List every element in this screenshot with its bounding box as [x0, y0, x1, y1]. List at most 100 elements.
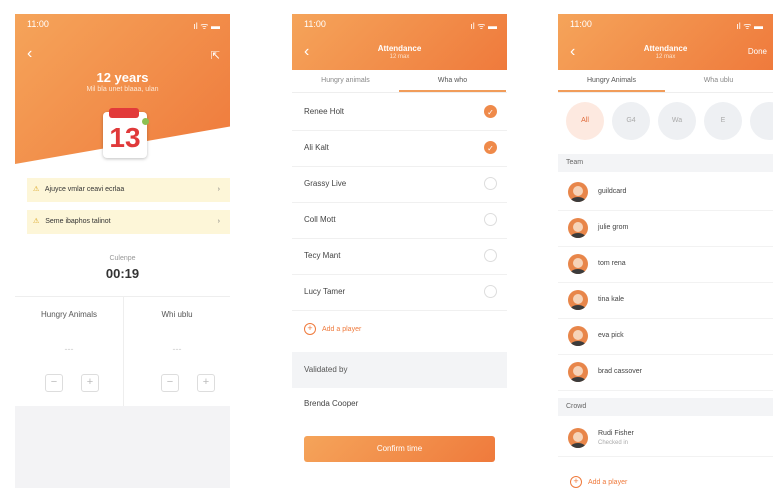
member-name: guildcard: [598, 188, 627, 195]
tab-wha-ublu[interactable]: Wha ublu: [665, 70, 772, 92]
avatar: [568, 182, 588, 202]
home-minus-button[interactable]: −: [45, 374, 63, 392]
player-name: Ali Kalt: [304, 143, 329, 152]
age-title: 12 years: [96, 70, 149, 85]
avatar: [568, 362, 588, 382]
member-name: brad cassover: [598, 368, 642, 375]
warning-icon: ⚠: [33, 186, 40, 193]
team-tabs: Hungry Animals Wha ublu: [558, 70, 773, 93]
status-time: 11:00: [570, 19, 592, 29]
page-title: Attendance: [643, 44, 688, 53]
warning-icon: ⚠: [33, 218, 40, 225]
chevron-right-icon: ›: [217, 218, 220, 225]
member-name: Rudi Fisher: [598, 430, 634, 437]
team-tabs: Hungry animals Wha who: [292, 70, 507, 93]
player-name: Grassy Live: [304, 179, 347, 188]
list-item[interactable]: guildcard: [558, 174, 773, 211]
notice-banner-2[interactable]: ⚠ Seme ibaphos talinot ›: [27, 210, 230, 234]
checkmark-icon[interactable]: ✓: [484, 141, 497, 154]
validator-name: Brenda Cooper: [304, 399, 359, 408]
member-name: tina kale: [598, 296, 625, 303]
screen-attendance-list: 11:00 ıl ᯤ ▬ ‹ Attendance 12 max Done Hu…: [558, 14, 773, 488]
player-name: Coll Mott: [304, 215, 336, 224]
filter-chip[interactable]: [750, 102, 773, 140]
filter-chip[interactable]: E: [704, 102, 742, 140]
avatar: [568, 218, 588, 238]
plus-circle-icon: +: [304, 323, 316, 335]
share-icon[interactable]: ⇱: [211, 48, 220, 64]
notice-banner-1-text: Ajuyce vmlar ceavi ecrlaa: [44, 186, 125, 193]
notice-banner-2-text: Seme ibaphos talinot: [45, 218, 111, 225]
page-subtitle: 12 max: [655, 54, 676, 60]
player-row[interactable]: Tecy Mant: [292, 238, 507, 275]
calendar-number: 13: [109, 122, 141, 153]
score-away: ---: [172, 344, 182, 354]
unchecked-circle-icon[interactable]: [484, 213, 497, 226]
add-player-link[interactable]: + Add a player: [570, 476, 627, 488]
member-name: eva pick: [598, 332, 624, 339]
filter-chip[interactable]: G4: [612, 102, 650, 140]
list-item[interactable]: eva pick: [558, 318, 773, 355]
status-icons: ıl ᯤ ▬: [193, 21, 220, 31]
page-title: Attendance: [377, 44, 422, 53]
team-name-home: Hungry Animals: [40, 310, 98, 319]
notice-banner-1[interactable]: ⚠ Ajuyce vmlar ceavi ecrlaa ›: [27, 178, 230, 202]
status-time: 11:00: [27, 19, 49, 29]
validated-by-label: Validated by: [304, 365, 348, 374]
filter-chips: All G4 Wa E: [558, 102, 773, 142]
tab-hungry-animals[interactable]: Hungry Animals: [558, 70, 665, 92]
unchecked-circle-icon[interactable]: [484, 285, 497, 298]
timer-value: 00:19: [105, 266, 140, 281]
bottom-panel: [15, 406, 230, 488]
done-button[interactable]: Done: [748, 47, 767, 56]
away-plus-button[interactable]: +: [197, 374, 215, 392]
list-item[interactable]: tina kale: [558, 282, 773, 319]
calendar-tag: [109, 108, 139, 118]
avatar: [568, 428, 588, 448]
section-header-crowd: Crowd: [558, 398, 773, 416]
age-subtitle: Mil bla unet blaaa, ulan: [86, 86, 159, 93]
checkmark-icon[interactable]: ✓: [484, 105, 497, 118]
unchecked-circle-icon[interactable]: [484, 249, 497, 262]
avatar: [568, 254, 588, 274]
list-item[interactable]: Rudi Fisher Checked in: [558, 420, 773, 457]
player-row[interactable]: Grassy Live: [292, 166, 507, 203]
list-item[interactable]: brad cassover: [558, 354, 773, 391]
calendar-status-dot: [142, 118, 149, 125]
confirm-button[interactable]: Confirm time: [304, 436, 495, 462]
status-bar: 11:00 ıl ᯤ ▬: [570, 19, 763, 31]
player-row[interactable]: Lucy Tamer: [292, 274, 507, 311]
add-player-link[interactable]: + Add a player: [304, 323, 361, 335]
divider: [123, 296, 124, 406]
filter-chip[interactable]: Wa: [658, 102, 696, 140]
home-plus-button[interactable]: +: [81, 374, 99, 392]
filter-chip[interactable]: All: [566, 102, 604, 140]
avatar: [568, 290, 588, 310]
player-row[interactable]: Coll Mott: [292, 202, 507, 239]
tab-wha-who[interactable]: Wha who: [399, 70, 506, 92]
list-item[interactable]: tom rena: [558, 246, 773, 283]
status-bar: 11:00 ıl ᯤ ▬: [304, 19, 497, 31]
timer-label: Culenpe: [109, 255, 136, 262]
score-home: ---: [64, 344, 74, 354]
member-name: julie grom: [598, 224, 629, 231]
calendar-badge: 13: [103, 108, 149, 158]
member-name: tom rena: [598, 260, 626, 267]
screen-match-overview: 11:00 ıl ᯤ ▬ ‹ ⇱ 12 years Mil bla unet b…: [15, 14, 230, 488]
add-player-label: Add a player: [322, 326, 362, 333]
unchecked-circle-icon[interactable]: [484, 177, 497, 190]
back-arrow-icon[interactable]: ‹: [27, 46, 32, 62]
away-minus-button[interactable]: −: [161, 374, 179, 392]
status-time: 11:00: [304, 19, 326, 29]
list-item[interactable]: julie grom: [558, 210, 773, 247]
status-icons: ıl ᯤ ▬: [736, 21, 763, 31]
player-row[interactable]: Ali Kalt ✓: [292, 130, 507, 167]
status-icons: ıl ᯤ ▬: [470, 21, 497, 31]
player-row[interactable]: Renee Holt ✓: [292, 94, 507, 131]
team-name-away: Whi ublu: [161, 310, 193, 319]
tab-hungry-animals[interactable]: Hungry animals: [292, 70, 399, 92]
member-status: Checked in: [598, 440, 629, 446]
status-bar: 11:00 ıl ᯤ ▬: [27, 19, 220, 31]
section-label: Crowd: [566, 403, 587, 410]
player-name: Tecy Mant: [304, 251, 341, 260]
